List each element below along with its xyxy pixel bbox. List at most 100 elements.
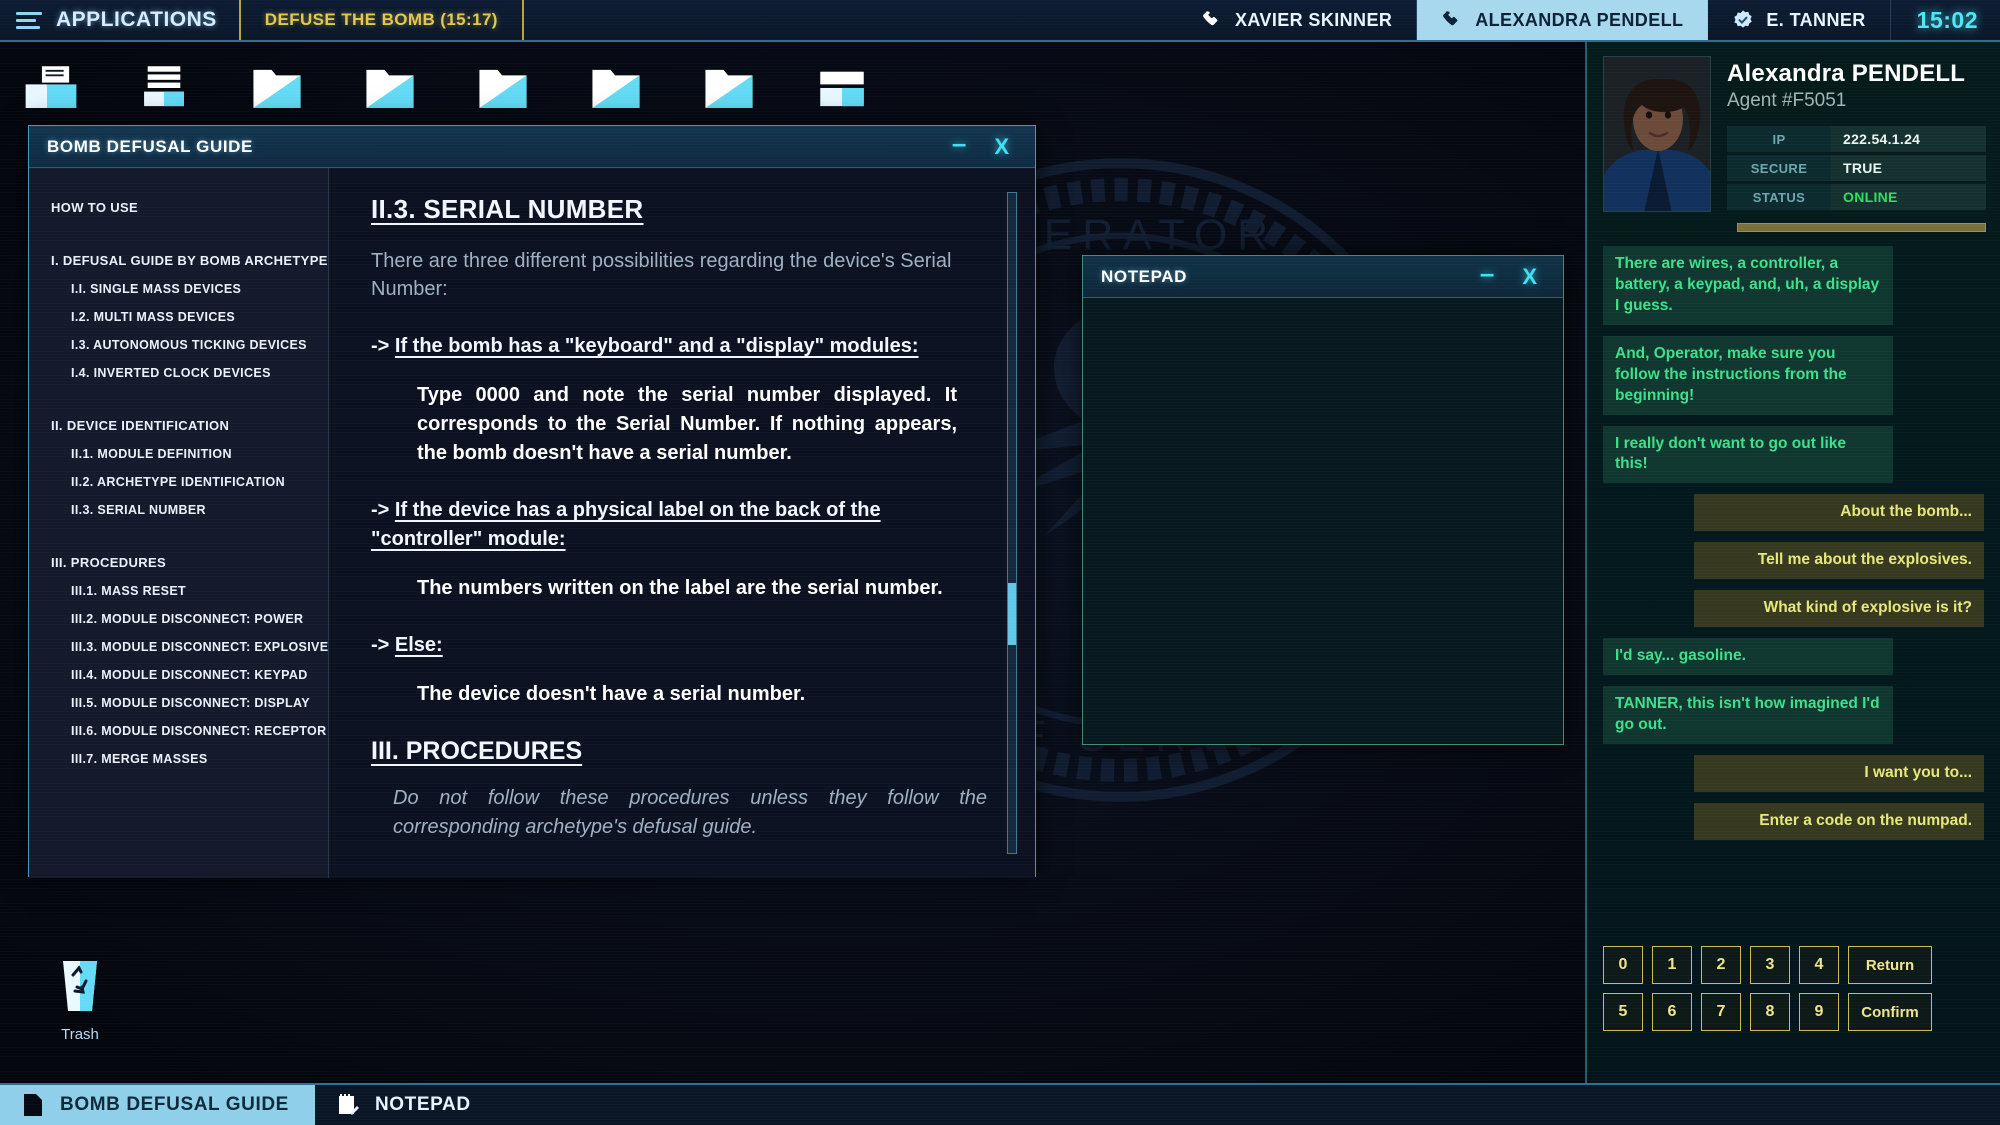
- chat-option[interactable]: About the bomb...: [1694, 494, 1984, 532]
- case3-body: The device doesn't have a serial number.: [417, 682, 806, 705]
- desktop-screen: OPERATOR WE SERVE APPLICATIONS DEFUSE TH…: [0, 0, 2000, 1125]
- contact-xavier-skinner[interactable]: XAVIER SKINNER: [1177, 0, 1418, 40]
- nav-item-i-2[interactable]: I.2. MULTI MASS DEVICES: [29, 303, 328, 331]
- numpad-row-1: 0 1 2 3 4 Return: [1603, 946, 1984, 984]
- system-clock: 15:02: [1891, 0, 2000, 40]
- signal-progress-wrapper: [1587, 213, 2000, 232]
- taskbar-label: BOMB DEFUSAL GUIDE: [60, 1094, 289, 1115]
- desktop-icon-row: [22, 62, 871, 114]
- agent-field-ip: IP 222.54.1.24: [1727, 126, 1986, 152]
- document-stack-icon[interactable]: [135, 62, 193, 114]
- content-procedures-note: Do not follow these procedures unless th…: [393, 786, 987, 838]
- case1-bullet: -> If the bomb has a "keyboard" and a "d…: [371, 332, 987, 361]
- guide-body: HOW TO USE I. DEFUSAL GUIDE BY BOMB ARCH…: [29, 168, 1035, 878]
- case1-bullet-text: If the bomb has a "keyboard" and a "disp…: [394, 334, 919, 357]
- notepad-title-bar[interactable]: NOTEPAD – X: [1083, 256, 1563, 298]
- chat-option[interactable]: Tell me about the explosives.: [1694, 542, 1984, 580]
- numpad-confirm-button[interactable]: Confirm: [1848, 993, 1932, 1031]
- folder-icon[interactable]: [700, 62, 758, 114]
- numpad-key-4[interactable]: 4: [1799, 946, 1839, 984]
- numpad-key-5[interactable]: 5: [1603, 993, 1643, 1031]
- taskbar-item-notepad[interactable]: NOTEPAD: [315, 1085, 497, 1125]
- numpad-key-7[interactable]: 7: [1701, 993, 1741, 1031]
- top-taskbar: APPLICATIONS DEFUSE THE BOMB (15:17) XAV…: [0, 0, 2000, 42]
- content-heading: II.3. SERIAL NUMBER: [371, 194, 644, 224]
- agent-portrait-avatar: [1603, 56, 1711, 212]
- contact-e-tanner[interactable]: E. TANNER: [1708, 0, 1891, 40]
- numpad-key-1[interactable]: 1: [1652, 946, 1692, 984]
- nav-item-ii-3[interactable]: II.3. SERIAL NUMBER: [29, 496, 328, 524]
- applications-button[interactable]: APPLICATIONS: [0, 0, 241, 40]
- notepad-window-title: NOTEPAD: [1101, 266, 1188, 286]
- taskbar-item-bomb-defusal-guide[interactable]: BOMB DEFUSAL GUIDE: [0, 1085, 315, 1125]
- nav-item-ii-1[interactable]: II.1. MODULE DEFINITION: [29, 440, 328, 468]
- numpad-key-0[interactable]: 0: [1603, 946, 1643, 984]
- phone-icon: [1203, 10, 1218, 26]
- numpad-return-button[interactable]: Return: [1848, 946, 1932, 984]
- guide-title-bar[interactable]: BOMB DEFUSAL GUIDE – X: [29, 126, 1035, 168]
- case2-bullet: -> If the device has a physical label on…: [371, 496, 987, 554]
- case3-bullet-text: Else:: [394, 633, 443, 656]
- file-drawer-icon[interactable]: [22, 62, 80, 114]
- nav-item-iii-5[interactable]: III.5. MODULE DISCONNECT: DISPLAY: [29, 689, 328, 717]
- guide-close-button[interactable]: X: [980, 135, 1023, 158]
- guide-navigation-sidebar: HOW TO USE I. DEFUSAL GUIDE BY BOMB ARCH…: [29, 168, 329, 878]
- nav-item-i-1[interactable]: I.I. SINGLE MASS DEVICES: [29, 275, 328, 303]
- chat-option[interactable]: Enter a code on the numpad.: [1694, 802, 1984, 840]
- folder-icon[interactable]: [474, 62, 532, 114]
- chat-message: I really don't want to go out like this!: [1603, 425, 1893, 484]
- guide-window-title: BOMB DEFUSAL GUIDE: [47, 136, 253, 156]
- notepad-text-area[interactable]: [1083, 298, 1563, 744]
- numpad-key-3[interactable]: 3: [1750, 946, 1790, 984]
- nav-item-iii-6[interactable]: III.6. MODULE DISCONNECT: RECEPTOR: [29, 717, 328, 745]
- nav-item-ii-2[interactable]: II.2. ARCHETYPE IDENTIFICATION: [29, 468, 328, 496]
- numpad: 0 1 2 3 4 Return 5 6 7 8 9 Confirm: [1603, 946, 1984, 1040]
- guide-scrollbar-thumb[interactable]: [1008, 583, 1016, 645]
- numpad-row-2: 5 6 7 8 9 Confirm: [1603, 993, 1984, 1031]
- nav-section-iii[interactable]: III. PROCEDURES: [29, 548, 328, 577]
- nav-item-iii-4[interactable]: III.4. MODULE DISCONNECT: KEYPAD: [29, 661, 328, 689]
- mission-label: DEFUSE THE BOMB (15:17): [264, 10, 498, 29]
- chat-message-list: There are wires, a controller, a battery…: [1587, 232, 2000, 842]
- agent-header: Alexandra PENDELL Agent #F5051 IP 222.54…: [1587, 42, 2000, 213]
- clock-value: 15:02: [1916, 6, 1978, 33]
- nav-item-iii-2[interactable]: III.2. MODULE DISCONNECT: POWER: [29, 605, 328, 633]
- agent-communication-panel: Alexandra PENDELL Agent #F5051 IP 222.54…: [1585, 42, 2000, 1088]
- guide-minimize-button[interactable]: –: [938, 130, 980, 156]
- numpad-key-2[interactable]: 2: [1701, 946, 1741, 984]
- nav-item-iii-7[interactable]: III.7. MERGE MASSES: [29, 745, 328, 773]
- numpad-key-9[interactable]: 9: [1799, 993, 1839, 1031]
- chat-option[interactable]: I want you to...: [1694, 754, 1984, 792]
- nav-item-i-4[interactable]: I.4. INVERTED CLOCK DEVICES: [29, 359, 328, 387]
- content-intro: There are three different possibilities …: [371, 250, 952, 301]
- contact-alexandra-pendell[interactable]: ALEXANDRA PENDELL: [1417, 0, 1709, 40]
- nav-how-to-use[interactable]: HOW TO USE: [29, 193, 328, 222]
- folder-icon[interactable]: [361, 62, 419, 114]
- drive-icon[interactable]: [813, 62, 871, 114]
- nav-section-ii[interactable]: II. DEVICE IDENTIFICATION: [29, 411, 328, 440]
- case2-bullet-text: If the device has a physical label on th…: [371, 498, 881, 550]
- verified-badge-icon: [1734, 10, 1753, 28]
- nav-item-i-3[interactable]: I.3. AUTONOMOUS TICKING DEVICES: [29, 331, 328, 359]
- applications-label: APPLICATIONS: [56, 8, 217, 31]
- field-key: STATUS: [1727, 184, 1831, 210]
- agent-field-secure: SECURE TRUE: [1727, 155, 1986, 181]
- bomb-defusal-guide-window: BOMB DEFUSAL GUIDE – X HOW TO USE I. DEF…: [28, 125, 1036, 878]
- hamburger-menu-icon: [16, 11, 42, 29]
- folder-icon[interactable]: [248, 62, 306, 114]
- guide-scrollbar[interactable]: [1007, 192, 1017, 854]
- trash-icon-item[interactable]: Trash: [30, 955, 130, 1043]
- notepad-icon: [338, 1094, 359, 1115]
- nav-section-i[interactable]: I. DEFUSAL GUIDE BY BOMB ARCHETYPES: [29, 246, 328, 275]
- numpad-key-6[interactable]: 6: [1652, 993, 1692, 1031]
- chat-option[interactable]: What kind of explosive is it?: [1694, 590, 1984, 628]
- nav-item-iii-1[interactable]: III.1. MASS RESET: [29, 577, 328, 605]
- notepad-close-button[interactable]: X: [1508, 265, 1551, 288]
- contact-name: XAVIER SKINNER: [1234, 9, 1393, 30]
- notepad-minimize-button[interactable]: –: [1466, 260, 1508, 286]
- nav-item-iii-3[interactable]: III.3. MODULE DISCONNECT: EXPLOSIVE: [29, 633, 328, 661]
- numpad-key-8[interactable]: 8: [1750, 993, 1790, 1031]
- folder-icon[interactable]: [587, 62, 645, 114]
